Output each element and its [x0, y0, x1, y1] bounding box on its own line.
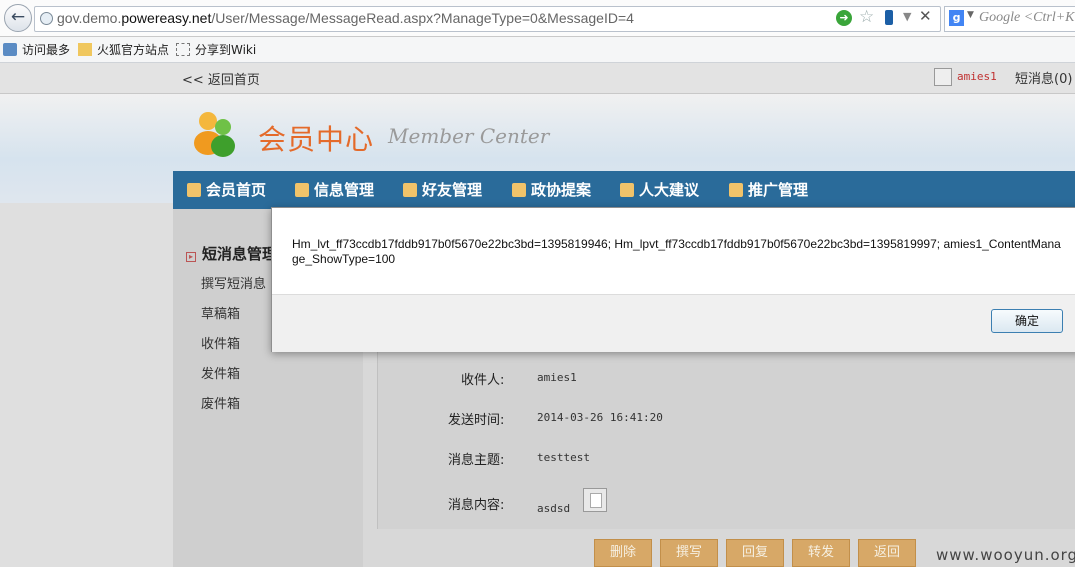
delete-button[interactable]: 删除 — [594, 539, 652, 567]
people-icon — [403, 183, 417, 197]
folder-icon — [78, 43, 92, 56]
forward-button[interactable]: 转发 — [792, 539, 850, 567]
main-nav: 会员首页 信息管理 好友管理 政协提案 人大建议 推广管理 — [173, 171, 1075, 209]
building-icon — [620, 183, 634, 197]
phone-icon[interactable] — [885, 10, 893, 25]
nav-friends[interactable]: 好友管理 — [403, 179, 482, 200]
content-value: asdsd — [537, 502, 571, 515]
nav-info-manage[interactable]: 信息管理 — [295, 179, 374, 200]
sidebar-item-sent[interactable]: 发件箱 — [201, 363, 240, 382]
recipient-value: amies1 — [537, 371, 577, 384]
bookmarks-bar: 访问最多 火狐官方站点 分享到Wiki — [0, 37, 1075, 63]
watermark: www.wooyun.org — [936, 546, 1075, 564]
search-placeholder: Google <Ctrl+K> — [979, 10, 1075, 25]
bookmark-share-wiki[interactable]: 分享到Wiki — [176, 41, 256, 58]
sidebar-item-inbox[interactable]: 收件箱 — [201, 333, 240, 352]
bookmark-most-visited[interactable]: 访问最多 — [3, 41, 70, 58]
back-home-link[interactable]: << 返回首页 — [182, 69, 260, 88]
search-box[interactable]: g ▼ Google <Ctrl+K> — [944, 6, 1075, 32]
globe-icon — [40, 12, 53, 25]
alert-footer: 确定 — [272, 294, 1075, 352]
sidebar-title: ▸ 短消息管理 — [186, 243, 277, 264]
browser-toolbar: ← gov.demo.powereasy.net/User/Message/Me… — [0, 0, 1075, 37]
chevron-down-icon[interactable]: ▼ — [903, 10, 911, 23]
sidebar-item-compose[interactable]: 撰写短消息 — [201, 273, 266, 292]
bookmark-firefox-site[interactable]: 火狐官方站点 — [78, 41, 169, 58]
magnifier-icon — [3, 43, 17, 56]
brand-subtitle: Member Center — [388, 124, 550, 148]
chevron-down-icon[interactable]: ▼ — [967, 10, 974, 20]
messages-link[interactable]: 短消息(0) — [1015, 68, 1072, 87]
google-icon[interactable]: g — [949, 10, 964, 26]
nav-suggestions[interactable]: 人大建议 — [620, 179, 699, 200]
nav-member-home[interactable]: 会员首页 — [187, 179, 266, 200]
broken-image-icon — [583, 488, 607, 512]
url-text: gov.demo.powereasy.net/User/Message/Mess… — [57, 10, 634, 26]
alert-dialog: Hm_lvt_ff73ccdb17fddb917b0f5670e22bc3bd=… — [271, 207, 1075, 352]
subject-value: testtest — [537, 451, 590, 464]
sidebar-item-trash[interactable]: 废件箱 — [201, 393, 240, 412]
msn-people-logo-icon — [194, 112, 235, 157]
nav-proposals[interactable]: 政协提案 — [512, 179, 591, 200]
username-link[interactable]: amies1 — [957, 70, 997, 83]
ok-button[interactable]: 确定 — [991, 309, 1063, 333]
close-icon[interactable]: ✕ — [919, 7, 932, 25]
alert-message: Hm_lvt_ff73ccdb17fddb917b0f5670e22bc3bd=… — [292, 237, 1061, 266]
address-bar[interactable]: gov.demo.powereasy.net/User/Message/Mess… — [34, 6, 941, 32]
content-label: 消息内容: — [448, 498, 505, 513]
triangle-right-icon: ▸ — [186, 252, 196, 262]
subject-label: 消息主题: — [448, 453, 505, 468]
recipient-label: 收件人: — [461, 373, 505, 388]
go-arrow-icon[interactable]: ➜ — [836, 10, 852, 26]
nav-promotion[interactable]: 推广管理 — [729, 179, 808, 200]
avatar — [934, 68, 952, 86]
top-strip: << 返回首页 amies1 短消息(0) — [0, 63, 1075, 94]
promote-icon — [729, 183, 743, 197]
compose-button[interactable]: 撰写 — [660, 539, 718, 567]
brand-title: 会员中心 — [258, 123, 375, 156]
back-arrow-icon[interactable]: ← — [4, 4, 32, 32]
dashed-box-icon — [176, 43, 190, 56]
time-value: 2014-03-26 16:41:20 — [537, 411, 663, 424]
time-label: 发送时间: — [448, 413, 505, 428]
book-icon — [512, 183, 526, 197]
return-button[interactable]: 返回 — [858, 539, 916, 567]
reply-button[interactable]: 回复 — [726, 539, 784, 567]
document-icon — [295, 183, 309, 197]
home-icon — [187, 183, 201, 197]
bookmark-star-icon[interactable]: ☆ — [859, 7, 874, 27]
sidebar-item-drafts[interactable]: 草稿箱 — [201, 303, 240, 322]
